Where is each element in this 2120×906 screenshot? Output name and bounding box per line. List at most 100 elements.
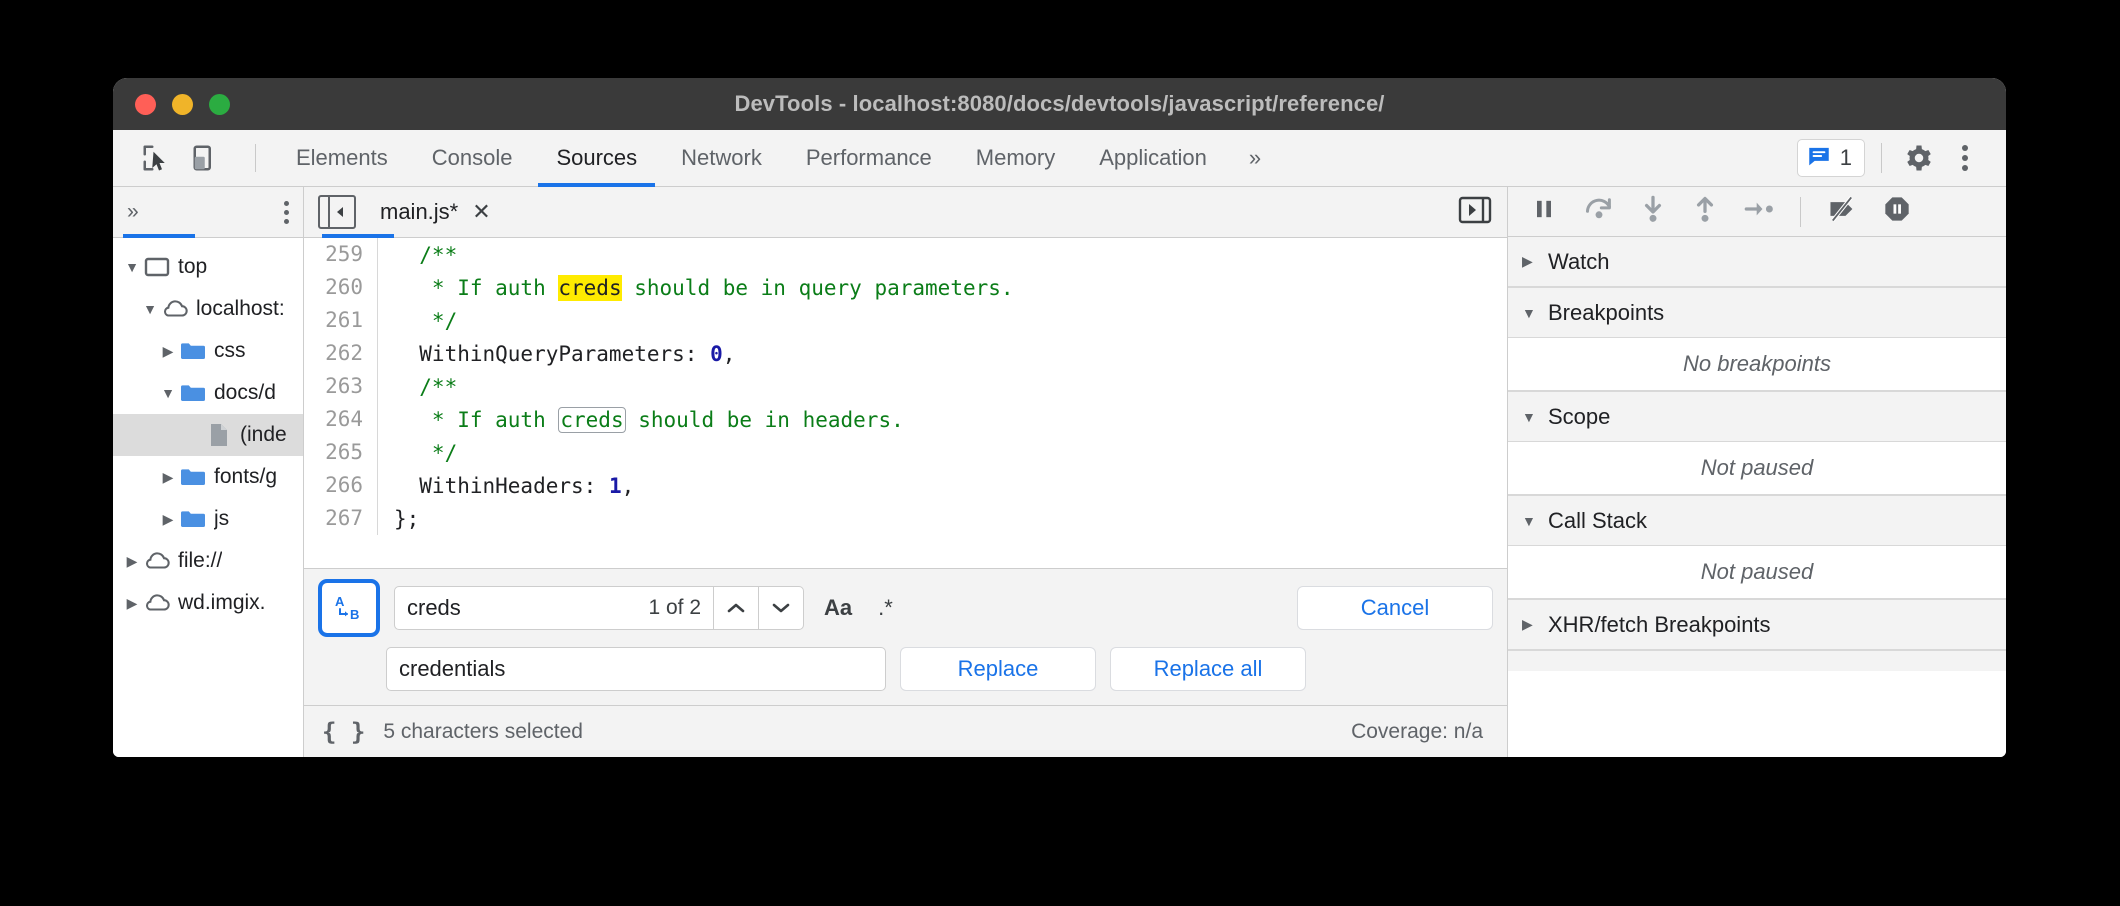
tabstrip-right-actions: 1 [1797, 137, 2006, 179]
tree-item-index[interactable]: (inde [113, 414, 303, 456]
tab-elements[interactable]: Elements [274, 130, 410, 187]
xhr-breakpoints-section-header[interactable]: ▶ XHR/fetch Breakpoints [1508, 600, 2006, 650]
step-out-button[interactable] [1692, 195, 1718, 228]
scope-empty-message: Not paused [1508, 442, 2006, 495]
chevron-down-icon[interactable]: ▼ [139, 301, 161, 317]
line-content: * If auth creds should be in query param… [378, 276, 1014, 300]
replace-all-button[interactable]: Replace all [1110, 647, 1306, 691]
cancel-button[interactable]: Cancel [1297, 586, 1493, 630]
debugger-toolbar [1508, 187, 2006, 237]
chevron-down-icon [770, 597, 792, 619]
code-line: 262 WithinQueryParameters: 0, [304, 337, 1507, 370]
line-number: 265 [304, 436, 378, 469]
tab-sources[interactable]: Sources [534, 130, 659, 187]
tab-memory[interactable]: Memory [954, 130, 1077, 187]
deactivate-breakpoints-icon [1827, 195, 1857, 223]
chevron-right-icon[interactable]: ▶ [157, 511, 179, 528]
code-plain: , [622, 474, 635, 498]
section-title: Breakpoints [1548, 300, 1664, 326]
step-button[interactable] [1744, 196, 1774, 227]
device-toolbar-icon[interactable] [187, 139, 225, 177]
replace-input[interactable] [387, 656, 885, 682]
chevron-double-right-icon[interactable]: » [127, 200, 136, 224]
kebab-menu-icon[interactable] [1944, 137, 1986, 179]
tab-console[interactable]: Console [410, 130, 535, 187]
tree-item-css[interactable]: ▶ css [113, 330, 303, 372]
code-line: 264 * If auth creds should be in headers… [304, 403, 1507, 436]
pretty-print-braces-icon[interactable]: { } [322, 718, 365, 746]
code-line: 261 */ [304, 304, 1507, 337]
show-navigator-icon[interactable] [318, 195, 356, 229]
code-comment: * If auth [394, 408, 558, 432]
close-icon[interactable]: ✕ [472, 199, 490, 225]
code-plain: , [723, 342, 736, 366]
close-window-button[interactable] [135, 94, 156, 115]
code-line: 266 WithinHeaders: 1, [304, 469, 1507, 502]
code-line: 260 * If auth creds should be in query p… [304, 271, 1507, 304]
cloud-icon [143, 550, 171, 572]
folder-icon [179, 508, 207, 530]
tree-item-fonts[interactable]: ▶ fonts/g [113, 456, 303, 498]
previous-match-button[interactable] [713, 586, 758, 630]
find-row: A B 1 of 2 [318, 579, 1493, 637]
chevron-right-icon[interactable]: ▶ [157, 469, 179, 486]
match-case-button[interactable]: Aa [818, 595, 858, 621]
folder-icon [179, 466, 207, 488]
line-number: 266 [304, 469, 378, 502]
line-content: /** [378, 243, 457, 267]
breakpoints-empty-message: No breakpoints [1508, 338, 2006, 391]
next-match-button[interactable] [758, 586, 803, 630]
toggle-replace-button[interactable]: A B [318, 579, 380, 637]
section-watch: ▶ Watch [1508, 237, 2006, 288]
call-stack-section-header[interactable]: ▼ Call Stack [1508, 496, 2006, 546]
editor-header-right [1457, 194, 1493, 231]
breakpoints-section-header[interactable]: ▼ Breakpoints [1508, 288, 2006, 338]
tree-item-localhost[interactable]: ▼ localhost: [113, 288, 303, 330]
code-editor[interactable]: 259 /** 260 * If auth creds should be in… [304, 238, 1507, 705]
regex-button[interactable]: .* [872, 595, 899, 621]
tab-label: Memory [976, 145, 1055, 171]
tab-label: Network [681, 145, 762, 171]
tab-performance[interactable]: Performance [784, 130, 954, 187]
deactivate-breakpoints-button[interactable] [1827, 195, 1857, 228]
chevron-down-icon[interactable]: ▼ [121, 259, 143, 275]
tree-item-js[interactable]: ▶ js [113, 498, 303, 540]
scope-section-header[interactable]: ▼ Scope [1508, 392, 2006, 442]
tree-item-top[interactable]: ▼ top [113, 246, 303, 288]
section-call-stack: ▼ Call Stack Not paused [1508, 496, 2006, 600]
inspect-cursor-icon[interactable] [137, 139, 175, 177]
file-tab-main-js[interactable]: main.js* ✕ [380, 199, 491, 225]
step-over-button[interactable] [1584, 195, 1614, 228]
more-tabs-button[interactable]: » [1229, 145, 1281, 171]
section-title: Watch [1548, 249, 1610, 275]
pretty-print-run-icon[interactable] [1457, 194, 1493, 231]
tab-application[interactable]: Application [1077, 130, 1229, 187]
section-title: XHR/fetch Breakpoints [1548, 612, 1771, 638]
tab-network[interactable]: Network [659, 130, 784, 187]
minimize-window-button[interactable] [172, 94, 193, 115]
code-comment: * If auth [394, 276, 558, 300]
chevron-right-icon[interactable]: ▶ [121, 553, 143, 570]
tree-item-wd-imgix[interactable]: ▶ wd.imgix. [113, 582, 303, 624]
search-input[interactable] [395, 595, 648, 621]
console-messages-button[interactable]: 1 [1797, 139, 1865, 177]
chevron-right-icon[interactable]: ▶ [157, 343, 179, 360]
match-count-label: 1 of 2 [648, 596, 713, 620]
tree-item-docs[interactable]: ▼ docs/d [113, 372, 303, 414]
navigator-menu-icon[interactable] [284, 201, 289, 224]
chevron-down-icon[interactable]: ▼ [157, 385, 179, 401]
watch-section-header[interactable]: ▶ Watch [1508, 237, 2006, 287]
section-breakpoints: ▼ Breakpoints No breakpoints [1508, 288, 2006, 392]
tree-item-file-protocol[interactable]: ▶ file:// [113, 540, 303, 582]
maximize-window-button[interactable] [209, 94, 230, 115]
replace-button[interactable]: Replace [900, 647, 1096, 691]
gear-icon[interactable] [1898, 137, 1940, 179]
editor-header: main.js* ✕ [304, 187, 1507, 238]
code-number: 0 [710, 342, 723, 366]
code-comment: should be in headers. [626, 408, 904, 432]
pause-on-exceptions-button[interactable] [1883, 195, 1911, 228]
chevron-right-icon[interactable]: ▶ [121, 595, 143, 612]
chevron-double-right-icon: » [1249, 145, 1261, 171]
step-into-button[interactable] [1640, 195, 1666, 228]
pause-script-execution-button[interactable] [1530, 195, 1558, 228]
